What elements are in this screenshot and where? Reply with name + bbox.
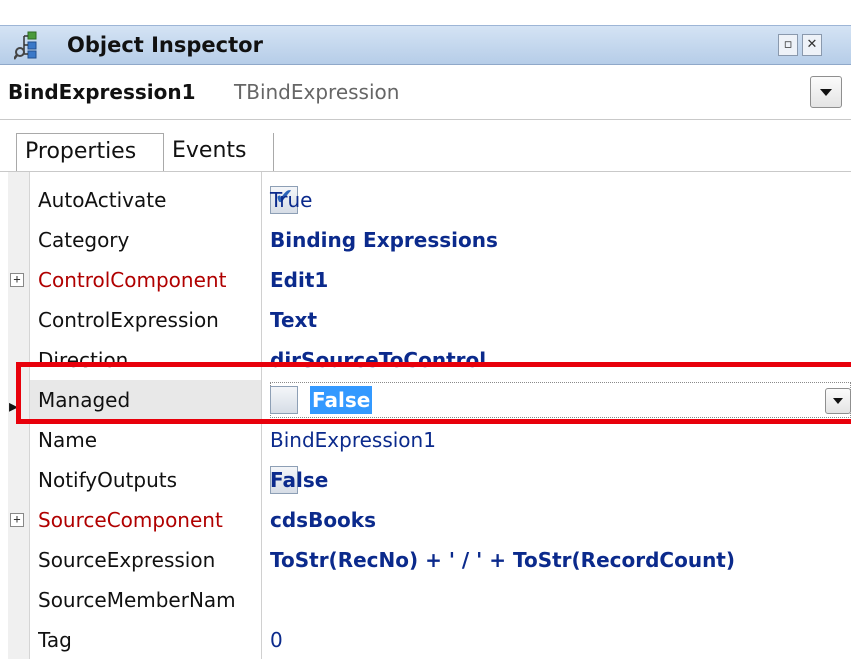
- property-value: ToStr(RecNo) + ' / ' + ToStr(RecordCount…: [270, 548, 736, 572]
- property-row-category[interactable]: Category Binding Expressions: [30, 220, 851, 260]
- property-value: 0: [270, 628, 283, 652]
- highlight-annotation-box: [16, 362, 851, 424]
- property-name: NotifyOutputs: [38, 468, 178, 492]
- object-selector-dropdown-button[interactable]: [810, 76, 842, 108]
- property-name: SourceExpression: [38, 548, 216, 572]
- inspector-title-bar: Object Inspector ▫ ✕: [0, 25, 851, 65]
- property-value: Binding Expressions: [270, 228, 498, 252]
- pin-button[interactable]: ▫: [778, 34, 798, 56]
- property-value: False: [270, 468, 329, 492]
- property-value: True: [270, 188, 313, 212]
- property-row-controlcomponent[interactable]: ControlComponent Edit1: [30, 260, 851, 300]
- expand-controlcomponent-icon[interactable]: +: [10, 273, 24, 287]
- selected-object-name: BindExpression1: [8, 80, 196, 104]
- property-row-sourcecomponent[interactable]: SourceComponent cdsBooks: [30, 500, 851, 540]
- property-value: Edit1: [270, 268, 329, 292]
- property-row-tag[interactable]: Tag 0: [30, 620, 851, 660]
- property-name: ControlComponent: [38, 268, 227, 292]
- tab-properties[interactable]: Properties: [16, 133, 164, 171]
- expand-sourcecomponent-icon[interactable]: +: [10, 513, 24, 527]
- property-name: Category: [38, 228, 130, 252]
- property-row-name[interactable]: Name BindExpression1: [30, 420, 851, 460]
- close-icon: ✕: [806, 37, 818, 52]
- property-value: Text: [270, 308, 318, 332]
- property-name: AutoActivate: [38, 188, 167, 212]
- property-row-sourceexpression[interactable]: SourceExpression ToStr(RecNo) + ' / ' + …: [30, 540, 851, 580]
- property-row-sourcemembername[interactable]: SourceMemberNam: [30, 580, 851, 620]
- close-button[interactable]: ✕: [802, 34, 822, 56]
- window-title: Object Inspector: [67, 33, 263, 57]
- property-row-autoactivate[interactable]: AutoActivate True: [30, 180, 851, 220]
- property-name: SourceComponent: [38, 508, 223, 532]
- property-value: cdsBooks: [270, 508, 377, 532]
- property-row-controlexpression[interactable]: ControlExpression Text: [30, 300, 851, 340]
- pin-icon: ▫: [783, 37, 793, 52]
- property-name: ControlExpression: [38, 308, 219, 332]
- selected-object-class: TBindExpression: [234, 80, 400, 104]
- property-row-notifyoutputs[interactable]: NotifyOutputs False: [30, 460, 851, 500]
- background-window-text: [0, 0, 851, 22]
- property-name: Name: [38, 428, 98, 452]
- tab-events[interactable]: Events: [164, 133, 274, 171]
- object-selector[interactable]: BindExpression1 TBindExpression: [0, 66, 851, 120]
- property-value: BindExpression1: [270, 428, 436, 452]
- object-inspector-icon: [14, 31, 37, 60]
- property-name: SourceMemberNam: [38, 588, 236, 612]
- property-name: Tag: [38, 628, 72, 652]
